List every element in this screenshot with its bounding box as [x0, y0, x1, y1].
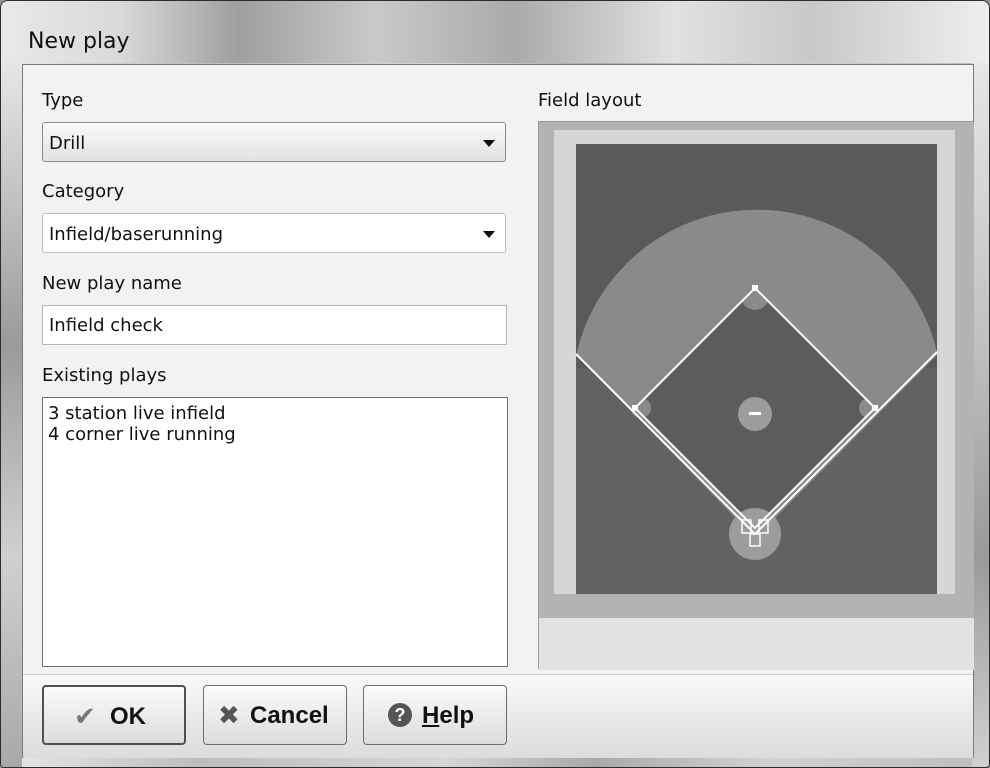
cancel-button[interactable]: ✖ Cancel	[203, 685, 347, 745]
cancel-button-label: Cancel	[250, 702, 329, 729]
existing-plays-label: Existing plays	[42, 365, 167, 386]
help-mnemonic: H	[422, 702, 440, 729]
new-play-name-field[interactable]	[43, 306, 506, 344]
ok-button-label: OK	[110, 703, 146, 730]
field-nav-bar	[539, 618, 974, 670]
window-title: New play	[28, 29, 130, 54]
first-base	[872, 405, 878, 411]
title-bar[interactable]: New play	[1, 1, 989, 63]
list-item[interactable]: 4 corner live running	[48, 424, 502, 445]
type-dropdown-value: Drill	[49, 133, 86, 154]
third-base	[632, 405, 638, 411]
type-label: Type	[42, 90, 84, 111]
pitchers-rubber	[749, 412, 761, 415]
help-label-rest: elp	[439, 702, 475, 729]
question-icon: ?	[388, 703, 412, 727]
x-icon: ✖	[218, 700, 240, 730]
window-frame-left	[1, 63, 22, 767]
baseball-field-diagram[interactable]	[539, 122, 974, 670]
help-button-label: Help	[422, 702, 474, 730]
new-play-name-label: New play name	[42, 273, 182, 294]
ok-button[interactable]: ✔ OK	[42, 685, 186, 745]
triangle-down-icon	[483, 231, 495, 238]
category-label: Category	[42, 181, 125, 202]
field-layout-panel: ≪ < > ≫	[538, 121, 974, 716]
new-play-dialog: New play Type Drill Category Infield/bas…	[0, 0, 990, 768]
type-dropdown[interactable]: Drill	[42, 122, 506, 162]
list-item[interactable]: 3 station live infield	[48, 403, 502, 424]
check-icon: ✔	[74, 701, 96, 731]
second-base	[752, 285, 758, 291]
field-layout-label: Field layout	[538, 90, 642, 111]
window-frame-right	[972, 63, 989, 767]
existing-plays-list[interactable]: 3 station live infield 4 corner live run…	[42, 397, 508, 667]
triangle-down-icon	[483, 140, 495, 147]
new-play-name-field-wrap	[42, 305, 507, 345]
button-bar: ✔ OK ✖ Cancel ? Help	[23, 674, 973, 758]
category-dropdown-value: Infield/baserunning	[49, 224, 223, 245]
dialog-content: Type Drill Category Infield/baserunning …	[22, 64, 974, 758]
category-dropdown[interactable]: Infield/baserunning	[42, 213, 506, 253]
help-button[interactable]: ? Help	[363, 685, 507, 745]
